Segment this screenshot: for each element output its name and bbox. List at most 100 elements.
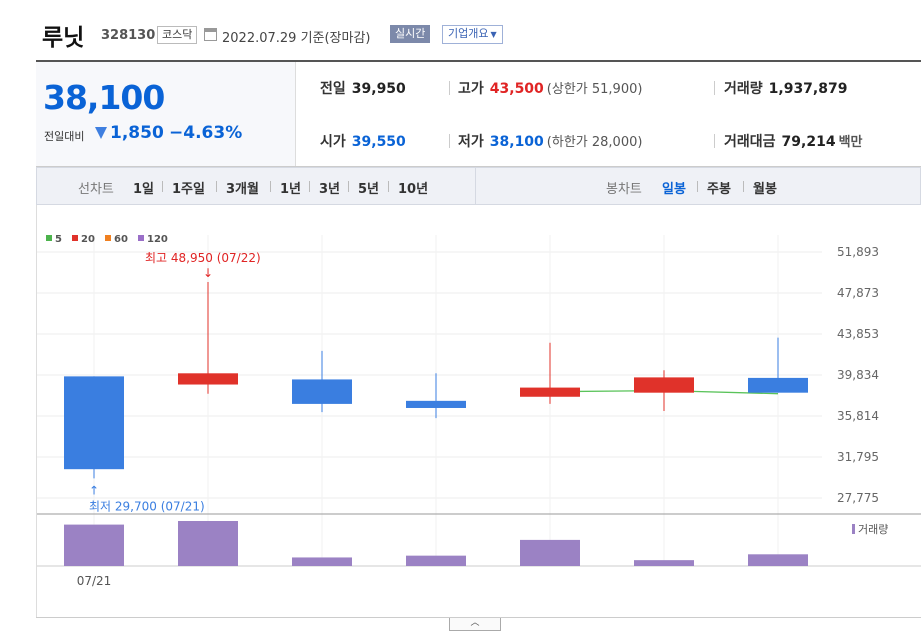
candle-body (748, 377, 808, 393)
tab-3months[interactable]: 3개월 (226, 178, 259, 197)
x-tick-label: 07/21 (77, 574, 112, 588)
divider (475, 168, 476, 204)
tab-5years[interactable]: 5년 (358, 178, 379, 197)
change-percent: −4.63% (169, 123, 243, 143)
volume-bar (292, 557, 352, 566)
low-annotation: 최저 29,700 (07/21) (89, 499, 205, 513)
volume-bar (634, 560, 694, 566)
legend-label: 120 (147, 234, 168, 245)
caret-down-icon: ▼ (490, 30, 497, 39)
divider (714, 134, 715, 148)
high-label: 고가 (458, 81, 484, 97)
legend-label: 5 (55, 234, 62, 245)
prev-close-label: 전일 (320, 81, 346, 97)
divider (348, 181, 349, 192)
low-label: 저가 (458, 134, 484, 150)
change-value: 1,850 (110, 123, 164, 143)
legend-swatch (105, 235, 111, 241)
high-value: 43,500 (489, 81, 544, 97)
up-arrow-icon: ↑ (89, 483, 99, 497)
tab-weekly-candle[interactable]: 주봉 (707, 178, 731, 197)
down-triangle-icon (95, 127, 107, 139)
candle-body (520, 387, 580, 397)
tab-1year[interactable]: 1년 (280, 178, 301, 197)
volume-value: 1,937,879 (768, 81, 848, 97)
volume: 거래량 1,937,879 (724, 78, 847, 98)
realtime-button[interactable]: 실시간 (390, 25, 431, 43)
trade-value-label: 거래대금 (724, 134, 776, 150)
legend-label: 20 (81, 234, 95, 245)
lower-limit: (하한가 28,000) (546, 135, 643, 150)
divider (697, 181, 698, 192)
volume-label: 거래량 (724, 81, 763, 97)
prev-close-value: 39,950 (351, 81, 406, 97)
volume-bar (406, 555, 466, 566)
down-arrow-icon: ↓ (203, 266, 213, 280)
divider (714, 81, 715, 95)
y-tick-label: 51,893 (837, 245, 879, 259)
legend-swatch (46, 235, 52, 241)
low-value: 38,100 (489, 134, 544, 150)
price-chart: 51,893 47,873 43,853 39,834 35,814 31,795 27,7… (36, 205, 921, 618)
prev-close: 전일 39,950 (320, 78, 406, 98)
y-tick-label: 35,814 (837, 409, 879, 423)
divider (162, 181, 163, 192)
low-price: 저가 38,100 (하한가 28,000) (458, 131, 642, 151)
tab-monthly-candle[interactable]: 월봉 (753, 178, 777, 197)
y-tick-label: 43,853 (837, 327, 879, 341)
open-label: 시가 (320, 134, 346, 150)
volume-bar (64, 524, 124, 566)
divider (743, 181, 744, 192)
change-label: 전일대비 (44, 130, 85, 143)
high-annotation: 최고 48,950 (07/22) (145, 251, 261, 265)
candle-body (406, 400, 466, 408)
candlestick-chart: 51,893 47,873 43,853 39,834 35,814 31,795 27,7… (37, 234, 921, 588)
divider (216, 181, 217, 192)
collapse-toggle-button[interactable]: ︿ (449, 618, 501, 631)
chart-period-bar (36, 167, 921, 205)
tab-10years[interactable]: 10년 (398, 178, 428, 197)
divider (270, 181, 271, 192)
base-date: 2022.07.29 기준(장마감) (222, 31, 371, 46)
trade-value-unit: 백만 (838, 135, 863, 150)
line-chart-label: 선차트 (78, 182, 114, 197)
y-tick-label: 39,834 (837, 368, 879, 382)
candle-body (178, 373, 238, 385)
company-overview-button[interactable]: 기업개요 ▼ (442, 25, 503, 44)
chevron-up-icon: ︿ (470, 618, 480, 628)
tab-1week[interactable]: 1주일 (172, 178, 205, 197)
calendar-icon (204, 28, 217, 41)
y-tick-label: 31,795 (837, 450, 879, 464)
open-value: 39,550 (351, 134, 406, 150)
legend-swatch (138, 235, 144, 241)
upper-limit: (상한가 51,900) (546, 82, 643, 97)
legend-label: 60 (114, 234, 128, 245)
tab-daily-candle[interactable]: 일봉 (662, 178, 686, 197)
volume-bar (520, 539, 580, 566)
high-price: 고가 43,500 (상한가 51,900) (458, 78, 642, 98)
tab-3years[interactable]: 3년 (319, 178, 340, 197)
divider (449, 81, 450, 95)
stock-name: 루닛 (42, 25, 85, 51)
trade-value: 거래대금 79,214 백만 (724, 131, 862, 151)
divider (449, 134, 450, 148)
candle-body (64, 376, 124, 470)
market-badge: 코스닥 (157, 26, 198, 44)
divider (388, 181, 389, 192)
stock-code: 328130 (101, 28, 156, 43)
y-tick-label: 27,775 (837, 491, 879, 505)
divider (309, 181, 310, 192)
tab-1day[interactable]: 1일 (133, 178, 154, 197)
candle-chart-label: 봉차트 (606, 182, 642, 197)
volume-legend-label: 거래량 (858, 523, 888, 536)
legend-swatch (72, 235, 78, 241)
y-tick-label: 47,873 (837, 286, 879, 300)
current-price: 38,100 (43, 78, 165, 117)
volume-bar (178, 521, 238, 566)
company-overview-label: 기업개요 (448, 27, 489, 40)
volume-bar (748, 554, 808, 566)
candle-body (634, 377, 694, 393)
volume-legend-swatch (852, 524, 855, 534)
trade-value-amount: 79,214 (781, 134, 836, 150)
candle-body (292, 379, 352, 404)
